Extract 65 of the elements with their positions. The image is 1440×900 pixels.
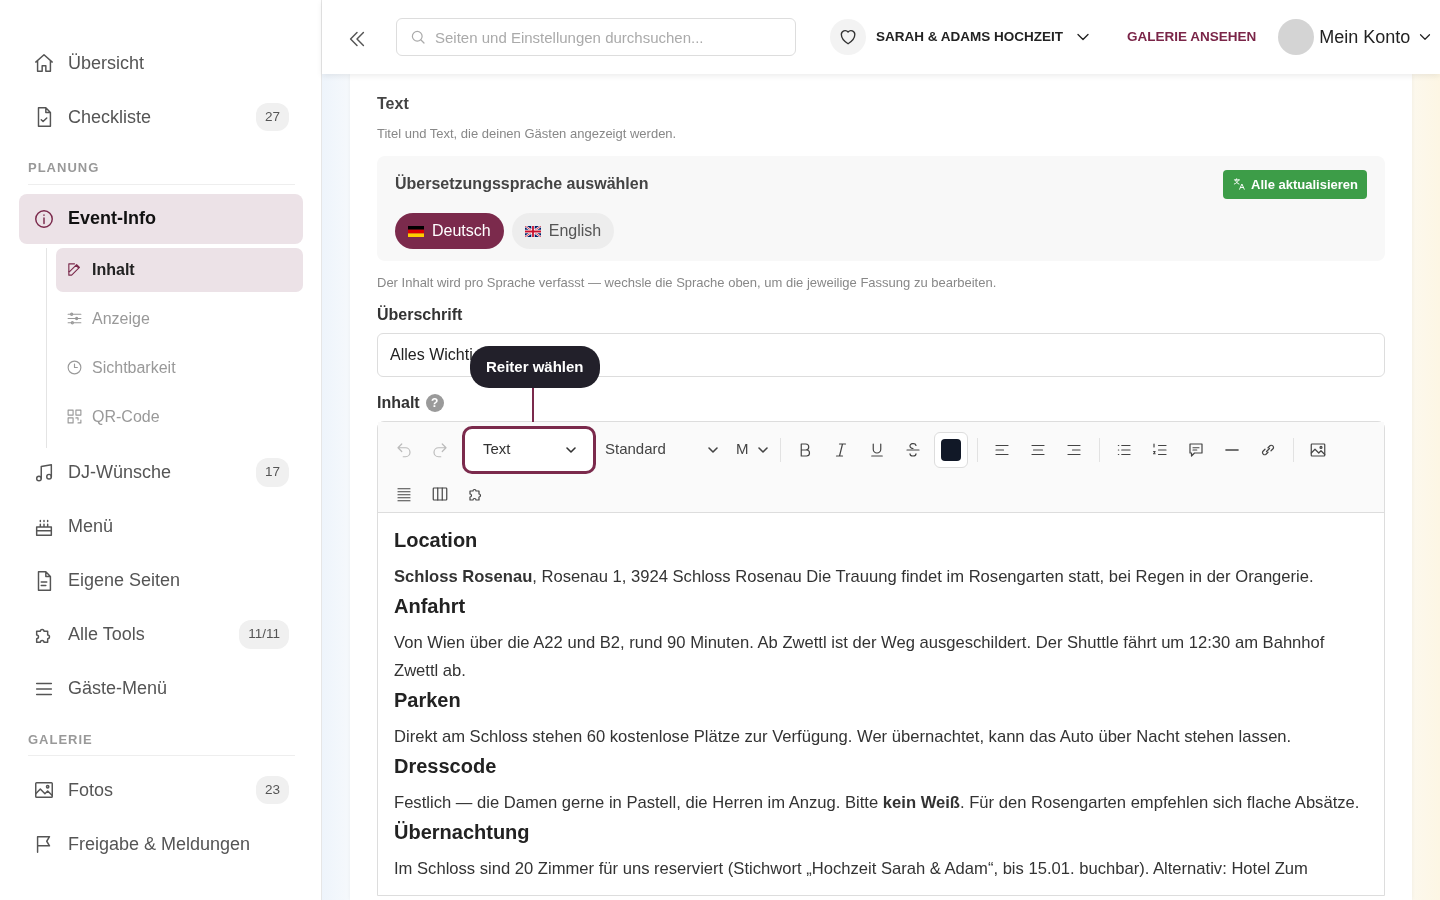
clock-icon [66,359,83,376]
language-pill[interactable]: English [511,213,615,249]
avatar-icon [1278,19,1315,55]
event-dropdown[interactable]: SARAH & ADAMS HOCHZEIT [876,26,1093,48]
flag-icon [524,225,541,237]
count-badge: 23 [255,775,289,805]
sidebar-item[interactable]: Übersicht [19,38,303,88]
section-heading: GALERIE [28,729,295,756]
search-icon [409,28,427,46]
count-badge: 17 [255,458,289,487]
content-paragraph: Festlich — die Damen gerne in Pastell, die Herren im Anzug. Bitte kein Weiß. Für den Rosengarten empfehlen sich flache Absätze. [394,791,1361,814]
language-pill[interactable]: Deutsch [395,213,504,249]
block-type-select[interactable]: Text [462,425,596,474]
sidebar-item[interactable]: DJ-Wünsche 17 [19,447,303,498]
content-paragraph: Von Wien über die A22 und B2, rund 90 Minuten. Ab Zwettl ist der Weg ausgeschildert. Der Shuttle fährt um 12:30 am Bahnhof Zwettl ab. [394,631,1326,682]
content-heading: Parken [394,687,462,713]
panel-label: Übersetzungssprache auswählen [395,173,649,195]
redo-icon [430,440,449,459]
content-paragraph: Direkt am Schloss stehen 60 kostenlose Plätze zur Verfügung. Wer übernachtet, kann das Auto über Nacht stehen lassen. [394,725,1293,748]
leader-line [532,385,534,422]
account-menu[interactable]: Mein Konto [1278,19,1435,55]
count-badge: 11/11 [239,620,289,649]
sidebar-item[interactable]: Fotos 23 [19,765,303,815]
content-heading: Anfahrt [394,593,467,619]
translate-icon [1232,177,1247,192]
content-heading: Dresscode [394,753,498,779]
comment-icon [1187,440,1205,459]
sidebar-item[interactable]: Gäste-Menü [19,663,303,714]
section-subtitle: Titel und Text, die deinen Gästen angezeigt werden. [377,125,678,143]
home-icon [33,52,55,74]
content-heading: Location [394,527,479,553]
section-heading: PLANUNG [28,158,295,185]
edit-icon [66,261,83,278]
qr-code-icon [66,408,83,425]
sidebar-item[interactable]: Eigene Seiten [19,555,303,606]
text-color-button[interactable] [933,431,968,468]
section-title: Text [377,94,410,114]
image-icon [1309,440,1327,459]
sliders-icon [66,310,83,327]
sidebar-item[interactable]: Freigabe & Meldungen [19,819,303,869]
field-label: Überschrift [377,304,464,325]
size-select[interactable]: M [736,438,771,461]
sidebar-item[interactable]: Checkliste 27 [19,92,303,142]
sidebar-item[interactable]: Menü [19,501,303,552]
sidebar-subitem[interactable]: Inhalt [56,247,303,292]
divider-icon [1225,448,1239,451]
undo-icon [394,440,413,459]
content-heading: Übernachtung [394,819,531,845]
columns-icon [430,484,449,503]
font-select[interactable]: Standard [605,438,721,461]
content-paragraph: Schloss Rosenau, Rosenau 1, 3924 Schloss Rosenau Die Trauung findet im Rosengarten statt, bei Regen in der Orangerie. [394,565,1315,588]
image-icon [33,779,55,801]
music-note-icon [33,461,55,484]
field-label: Inhalt [377,392,420,413]
flag-icon [408,225,424,237]
gallery-link[interactable]: GALERIE ANSEHEN [1127,26,1257,48]
help-text: Der Inhalt wird pro Sprache verfasst — wechsle die Sprache oben, um die jeweilige Fassung zu bearbeiten. [377,274,998,292]
count-badge: 27 [255,102,289,132]
underline-icon [868,440,886,459]
search-field[interactable]: Seiten und Einstellungen durchsuchen... [396,18,796,56]
strikethrough-icon [904,440,922,459]
sidebar-item[interactable]: Event-Info [19,193,303,244]
content-paragraph: Im Schloss sind 20 Zimmer für uns reserviert (Stichwort „Hochzeit Sarah & Adam“, bis 15.01. buchbar). Alternativ: Hotel Zum [394,857,1309,880]
sidebar-item[interactable]: Alle Tools 11/11 [19,609,303,660]
info-icon [33,207,55,230]
